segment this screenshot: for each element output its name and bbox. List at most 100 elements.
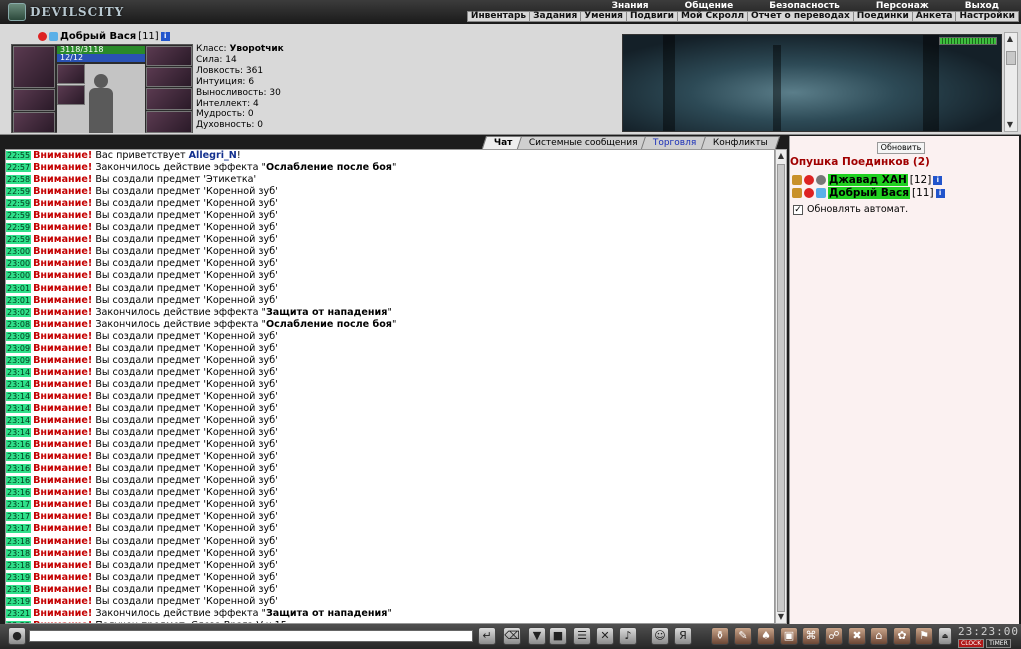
clock-button[interactable]: CLOCK (958, 639, 985, 648)
message-time[interactable]: 23:17 (6, 500, 32, 510)
message-time[interactable]: 23:09 (6, 355, 32, 365)
nav-profile[interactable]: Анкета (913, 12, 957, 21)
scroll-up-icon[interactable]: ▲ (776, 151, 786, 161)
nav-character[interactable]: Персонаж (858, 1, 947, 11)
crossed-swords-icon[interactable]: ✖ (848, 627, 866, 645)
nav-transfer-report[interactable]: Отчет о переводах (748, 12, 854, 21)
message-time[interactable]: 23:00 (6, 247, 32, 257)
message-time[interactable]: 23:08 (6, 319, 32, 329)
bottle-icon[interactable]: ⚱ (711, 627, 729, 645)
player-name[interactable]: Джавад ХАН (828, 174, 908, 186)
nav-exit[interactable]: Выход (947, 1, 1017, 11)
location-scene[interactable] (622, 34, 1002, 132)
exit-icon[interactable]: ⏏ (938, 627, 952, 645)
save-icon[interactable]: ■ (549, 627, 567, 645)
message-time[interactable]: 23:14 (6, 403, 32, 413)
slot-earrings[interactable] (146, 46, 192, 66)
message-time[interactable]: 23:16 (6, 488, 32, 498)
attack-icon[interactable] (792, 175, 802, 185)
group-icon[interactable]: ☍ (825, 627, 843, 645)
shop-icon[interactable]: ⌂ (870, 627, 888, 645)
message-time[interactable]: 23:01 (6, 295, 32, 305)
info-icon[interactable]: i (933, 175, 943, 185)
chat-log[interactable]: 22:55 Внимание! Вас приветствует Allegri_… (5, 149, 775, 624)
paw-icon[interactable]: ✿ (893, 627, 911, 645)
message-time[interactable]: 23:18 (6, 548, 32, 558)
message-time[interactable]: 23:16 (6, 440, 32, 450)
message-time[interactable]: 23:00 (6, 271, 32, 281)
nav-knowledge[interactable]: Знания (594, 1, 667, 11)
slot-armor[interactable] (13, 112, 55, 133)
timer-button[interactable]: TIMER (986, 639, 1011, 648)
sound-icon[interactable]: ♪ (619, 627, 637, 645)
info-icon[interactable]: i (935, 188, 945, 198)
scrollbar-thumb[interactable] (1006, 51, 1016, 65)
log-icon[interactable]: ☰ (573, 627, 591, 645)
player-row[interactable]: Добрый Вася [11] i (792, 187, 945, 199)
chat-input[interactable] (29, 630, 473, 642)
tab-conflicts[interactable]: Конфликты (700, 136, 780, 149)
send-icon[interactable]: ↵ (478, 627, 496, 645)
slot-gloves[interactable] (146, 67, 192, 87)
message-time[interactable]: 22:57 (6, 163, 32, 173)
message-time[interactable]: 23:19 (6, 584, 32, 594)
auto-update-checkbox[interactable]: ✓ (793, 204, 803, 215)
player-row[interactable]: Джавад ХАН [12] i (792, 174, 943, 186)
message-time[interactable]: 23:19 (6, 572, 32, 582)
nav-settings[interactable]: Настройки (956, 12, 1018, 21)
flag-icon[interactable]: ⚑ (915, 627, 933, 645)
refresh-button[interactable]: Обновить (877, 142, 925, 154)
message-time[interactable]: 22:55 (6, 151, 32, 160)
nickname[interactable]: Allegri_N (189, 150, 237, 161)
message-time[interactable]: 23:18 (6, 560, 32, 570)
slot-boots[interactable] (146, 111, 192, 133)
message-time[interactable]: 23:02 (6, 307, 32, 317)
message-time[interactable]: 23:09 (6, 331, 32, 341)
message-time[interactable]: 22:59 (6, 235, 32, 245)
nav-quests[interactable]: Задания (530, 12, 582, 21)
smiley-icon[interactable]: ☺ (651, 627, 669, 645)
info-icon[interactable]: i (160, 32, 170, 41)
tab-trade[interactable]: Торговля (641, 136, 709, 149)
scroll-up-icon[interactable]: ▲ (1005, 34, 1015, 44)
message-time[interactable]: 22:58 (6, 175, 32, 185)
nav-achievements[interactable]: Подвиги (627, 12, 678, 21)
message-time[interactable]: 23:00 (6, 259, 32, 269)
scene-scrollbar[interactable]: ▲ ▼ (1004, 32, 1018, 132)
slot-amulet[interactable] (57, 64, 85, 84)
potion-icon[interactable]: ♠ (757, 627, 775, 645)
translit-icon[interactable]: Я (674, 627, 692, 645)
chat-mode-icon[interactable]: ● (8, 627, 26, 645)
message-time[interactable]: 23:21 (6, 608, 32, 618)
message-time[interactable]: 23:09 (6, 343, 32, 353)
message-time[interactable]: 23:14 (6, 428, 32, 438)
slot-ring[interactable] (57, 85, 85, 105)
scroll-icon[interactable]: ✎ (734, 627, 752, 645)
message-time[interactable]: 23:19 (6, 596, 32, 606)
message-time[interactable]: 23:01 (6, 283, 32, 293)
character-name[interactable]: Добрый Вася (60, 31, 136, 42)
scroll-down-icon[interactable]: ▼ (1005, 120, 1015, 130)
player-name[interactable]: Добрый Вася (828, 187, 910, 199)
message-time[interactable]: 23:16 (6, 452, 32, 462)
slot-weapon-right[interactable] (146, 88, 192, 110)
message-time[interactable]: 23:14 (6, 391, 32, 401)
slot-weapon-left[interactable] (13, 89, 55, 111)
chat-scrollbar[interactable]: ▲ ▼ (775, 149, 787, 624)
message-time[interactable]: 23:14 (6, 379, 32, 389)
scroll-down-icon[interactable]: ▼ (776, 612, 786, 622)
map-icon[interactable]: ⌘ (802, 627, 820, 645)
chest-icon[interactable]: ▣ (780, 627, 798, 645)
message-time[interactable]: 23:17 (6, 524, 32, 534)
message-time[interactable]: 22:59 (6, 211, 32, 221)
nav-duels[interactable]: Поединки (854, 12, 913, 21)
message-time[interactable]: 22:59 (6, 223, 32, 233)
mute-icon[interactable]: ✕ (596, 627, 614, 645)
message-time[interactable]: 23:16 (6, 476, 32, 486)
message-time[interactable]: 22:59 (6, 187, 32, 197)
clear-icon[interactable]: ⌫ (503, 627, 521, 645)
message-time[interactable]: 23:14 (6, 416, 32, 426)
nav-skills[interactable]: Умения (581, 12, 627, 21)
scrollbar-thumb[interactable] (777, 164, 785, 612)
attack-icon[interactable] (792, 188, 802, 198)
